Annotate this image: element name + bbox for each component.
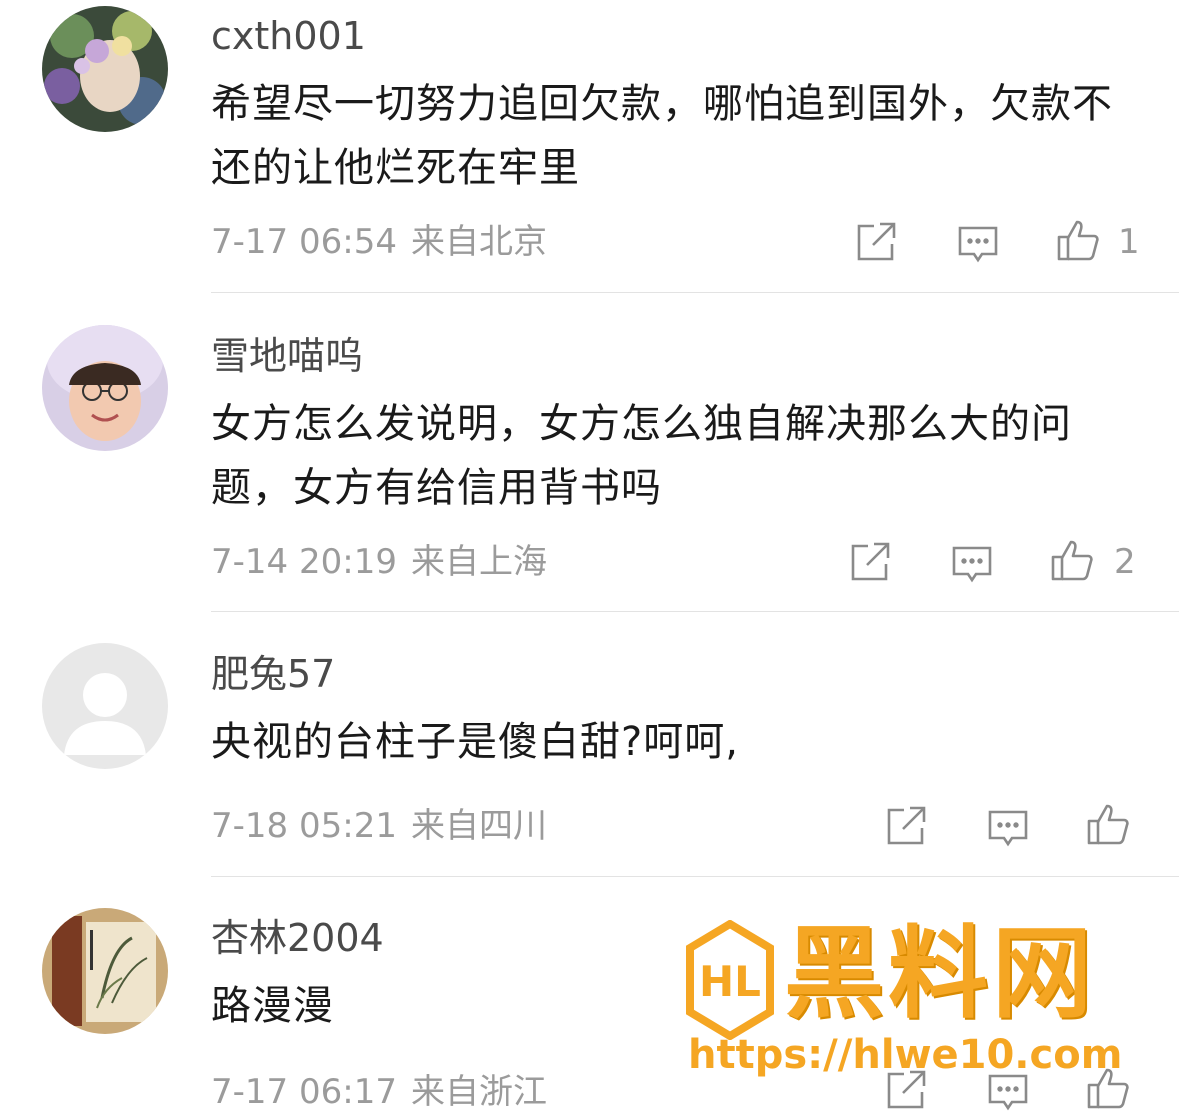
comment-date: 7-17 06:54 bbox=[211, 222, 397, 262]
comment-location: 来自浙江 bbox=[410, 1072, 547, 1112]
comment-date: 7-14 20:19 bbox=[211, 542, 397, 582]
comment-icon[interactable] bbox=[950, 542, 994, 586]
divider bbox=[211, 292, 1179, 293]
share-icon[interactable] bbox=[848, 540, 892, 584]
like-count: 2 bbox=[1114, 542, 1136, 582]
avatar[interactable] bbox=[42, 908, 168, 1034]
watermark: HL 黑料网 https://hlwe10.com bbox=[684, 915, 1144, 1090]
watermark-title: 黑料网 bbox=[784, 915, 1096, 1032]
thumbs-up-icon[interactable] bbox=[1050, 538, 1094, 582]
like-count: 1 bbox=[1118, 222, 1140, 262]
thumbs-up-icon[interactable] bbox=[1086, 802, 1130, 846]
watermark-logo-text: HL bbox=[699, 957, 761, 1006]
comment-meta: 7-18 05:21 来自四川 bbox=[211, 806, 547, 846]
share-icon[interactable] bbox=[884, 804, 928, 848]
comment-text: 女方怎么发说明，女方怎么独自解决那么大的问题，女方有给信用背书吗 bbox=[211, 401, 1072, 511]
divider bbox=[211, 876, 1179, 877]
comment-location: 来自北京 bbox=[410, 222, 547, 262]
divider bbox=[211, 611, 1179, 612]
username[interactable]: 杏林2004 bbox=[211, 916, 384, 960]
username[interactable]: 肥兔57 bbox=[211, 652, 335, 696]
avatar[interactable] bbox=[42, 325, 168, 451]
comment-location: 来自上海 bbox=[410, 542, 547, 582]
watermark-logo: HL bbox=[684, 919, 776, 1041]
comment-location: 来自四川 bbox=[410, 806, 547, 846]
comment-text: 希望尽一切努力追回欠款，哪怕追到国外，欠款不还的让他烂死在牢里 bbox=[211, 81, 1113, 191]
avatar[interactable] bbox=[42, 643, 168, 769]
comment-text: 央视的台柱子是傻白甜?呵呵, bbox=[211, 719, 739, 765]
thumbs-up-icon[interactable] bbox=[1056, 218, 1100, 262]
comment-date: 7-17 06:17 bbox=[211, 1072, 397, 1112]
comment-icon[interactable] bbox=[956, 222, 1000, 266]
username[interactable]: 雪地喵呜 bbox=[211, 334, 363, 378]
comment-meta: 7-14 20:19 来自上海 bbox=[211, 542, 547, 582]
avatar[interactable] bbox=[42, 6, 168, 132]
username[interactable]: cxth001 bbox=[211, 14, 366, 58]
comment-date: 7-18 05:21 bbox=[211, 806, 397, 846]
share-icon[interactable] bbox=[854, 220, 898, 264]
comment-icon[interactable] bbox=[986, 806, 1030, 850]
comment-meta: 7-17 06:17 来自浙江 bbox=[211, 1072, 547, 1112]
watermark-url: https://hlwe10.com bbox=[688, 1032, 1123, 1078]
comment-meta: 7-17 06:54 来自北京 bbox=[211, 222, 547, 262]
